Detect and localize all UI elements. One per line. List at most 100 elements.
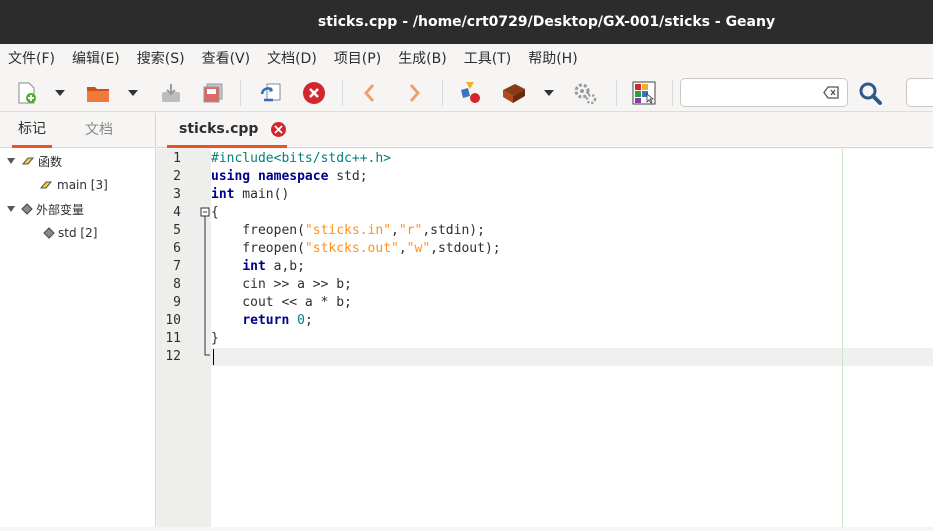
code-line: }	[211, 331, 219, 346]
tree-item-label: 外部变量	[36, 202, 85, 217]
code-editor[interactable]: 1 2 3 4 5 6 7 8 9 10 11 12 #include<bits…	[157, 149, 933, 527]
build-icon	[503, 84, 525, 103]
tree-item-main[interactable]: main [3]	[39, 175, 108, 195]
line-number: 12	[165, 349, 181, 364]
tab-symbols[interactable]: 标记	[12, 113, 52, 148]
code-line: freopen("sticks.in","r",stdin);	[211, 223, 485, 238]
save-all-icon	[203, 83, 223, 103]
search-icon	[859, 82, 882, 105]
open-file-dropdown[interactable]	[125, 79, 141, 107]
tree-item-variables[interactable]: 外部变量	[7, 199, 84, 219]
line-number: 9	[173, 295, 181, 310]
line-number: 8	[173, 277, 181, 292]
code-area[interactable]: #include<bits/stdc++.h> using namespace …	[211, 149, 933, 527]
long-line-marker	[842, 149, 843, 527]
chevron-down-icon	[55, 90, 65, 96]
tab-sticks-cpp[interactable]: sticks.cpp	[167, 113, 287, 148]
fold-margin	[199, 149, 211, 527]
save-all-button[interactable]	[199, 79, 227, 107]
toolbar-separator	[616, 80, 617, 106]
tab-documents[interactable]: 文档	[82, 113, 116, 148]
line-number-gutter: 1 2 3 4 5 6 7 8 9 10 11 12	[157, 149, 199, 527]
tree-item-functions[interactable]: 函数	[7, 151, 62, 171]
text-caret	[213, 349, 214, 365]
navigate-back-button[interactable]	[356, 79, 384, 107]
sidebar-tabs: 标记 文档	[0, 113, 155, 148]
code-line: cin >> a >> b;	[211, 277, 352, 292]
code-token: return	[242, 313, 290, 328]
code-token: "sticks.in"	[304, 223, 392, 238]
menu-edit[interactable]: 编辑(E)	[66, 44, 126, 74]
compile-icon	[461, 82, 480, 103]
build-dropdown[interactable]	[541, 79, 557, 107]
tree-item-std[interactable]: std [2]	[43, 223, 97, 243]
line-number: 1	[173, 151, 181, 166]
chevron-down-icon	[128, 90, 138, 96]
window-title: sticks.cpp - /home/crt0729/Desktop/GX-00…	[317, 14, 776, 30]
build-button[interactable]	[500, 79, 528, 107]
line-number: 5	[173, 223, 181, 238]
chevron-down-icon	[544, 90, 554, 96]
line-number: 4	[173, 205, 181, 220]
menubar: 文件(F) 编辑(E) 搜索(S) 查看(V) 文档(D) 项目(P) 生成(B…	[0, 44, 933, 74]
close-icon	[303, 82, 325, 104]
menu-search[interactable]: 搜索(S)	[131, 44, 191, 74]
folder-open-icon	[87, 87, 109, 102]
menu-project[interactable]: 项目(P)	[328, 44, 387, 74]
open-file-button[interactable]	[84, 79, 112, 107]
compile-button[interactable]	[457, 79, 485, 107]
clear-search-icon[interactable]	[823, 86, 839, 99]
code-token: int	[242, 259, 266, 274]
expander-icon[interactable]	[7, 206, 15, 212]
color-chooser-icon	[632, 81, 656, 105]
toolbar-separator	[342, 80, 343, 106]
variable-icon	[21, 203, 33, 215]
code-token: "stkcks.out"	[304, 241, 399, 256]
code-line: {	[211, 205, 219, 220]
code-line: int a,b;	[242, 259, 305, 274]
line-number: 6	[173, 241, 181, 256]
line-number: 10	[165, 313, 181, 328]
current-code-line	[211, 348, 933, 366]
gears-icon	[574, 83, 597, 105]
execute-button[interactable]	[572, 79, 600, 107]
code-token: namespace	[257, 169, 329, 184]
code-line: #include<bits/stdc++.h>	[211, 150, 933, 168]
tree-item-label: std [2]	[58, 226, 98, 240]
new-file-dropdown[interactable]	[52, 79, 68, 107]
close-icon	[274, 124, 284, 134]
expander-icon[interactable]	[7, 158, 15, 164]
menu-build[interactable]: 生成(B)	[392, 44, 453, 74]
reload-button[interactable]	[257, 79, 285, 107]
tree-item-label: 函数	[38, 154, 63, 169]
line-number: 7	[173, 259, 181, 274]
goto-line-input[interactable]	[906, 78, 933, 107]
tab-close-button[interactable]	[271, 121, 287, 137]
toolbar-separator	[240, 80, 241, 106]
code-token: 0	[297, 313, 305, 328]
close-file-button[interactable]	[300, 79, 328, 107]
search-input[interactable]	[680, 78, 848, 107]
line-number: 11	[165, 331, 181, 346]
menu-help[interactable]: 帮助(H)	[522, 44, 583, 74]
navigate-forward-button[interactable]	[400, 79, 428, 107]
menu-document[interactable]: 文档(D)	[261, 44, 323, 74]
line-number: 3	[173, 187, 181, 202]
color-chooser-button[interactable]	[630, 79, 658, 107]
code-token: #include<bits/stdc++.h>	[211, 151, 392, 166]
line-number: 2	[173, 169, 181, 184]
reload-icon	[260, 83, 281, 102]
code-line: cout << a * b;	[211, 295, 352, 310]
new-file-icon	[18, 82, 36, 104]
new-file-button[interactable]	[12, 79, 40, 107]
menu-tools[interactable]: 工具(T)	[458, 44, 517, 74]
save-button[interactable]	[157, 79, 185, 107]
menu-file[interactable]: 文件(F)	[2, 44, 61, 74]
variable-icon	[43, 227, 55, 239]
arrow-right-icon	[409, 84, 420, 102]
function-icon	[21, 157, 35, 165]
tab-label: sticks.cpp	[179, 121, 259, 137]
search-button[interactable]	[856, 79, 884, 107]
menu-view[interactable]: 查看(V)	[196, 44, 257, 74]
toolbar-separator	[672, 80, 673, 106]
